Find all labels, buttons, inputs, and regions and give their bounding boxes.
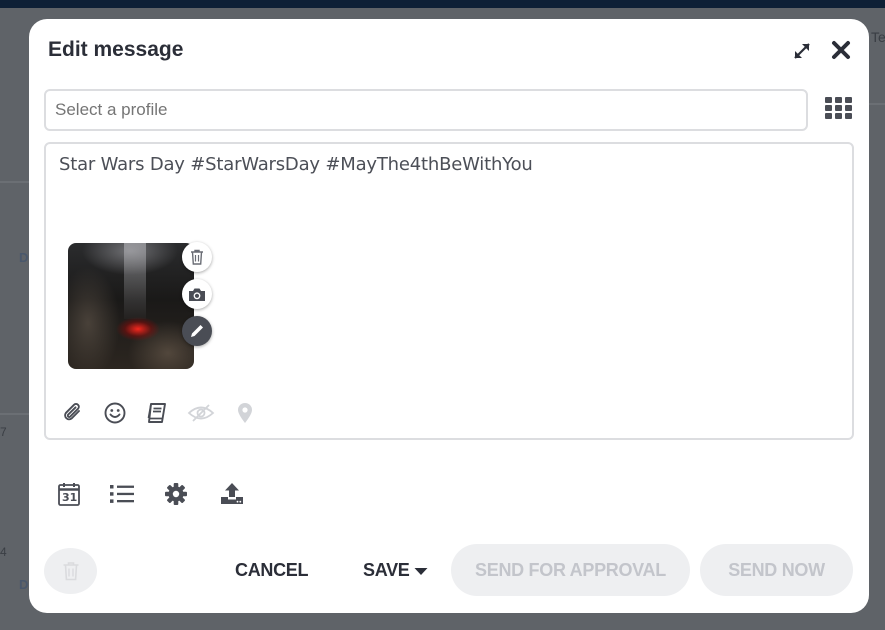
trash-icon[interactable] [182, 242, 212, 272]
background-text: D [19, 250, 29, 265]
list-icon[interactable] [109, 481, 135, 507]
background-text: 7 [0, 425, 7, 439]
message-composer[interactable]: Star Wars Day #StarWarsDay #MayThe4thBeW… [44, 142, 854, 440]
delete-message-button[interactable] [44, 548, 97, 594]
edit-message-dialog: Edit message Star Wars Day #StarWarsDay … [29, 19, 869, 613]
background-text: Te [871, 29, 885, 45]
pencil-icon[interactable] [182, 316, 212, 346]
background-text: 4 [0, 545, 7, 559]
upload-icon[interactable] [219, 481, 245, 507]
save-button-label: SAVE [363, 560, 410, 580]
profile-select-input[interactable] [44, 89, 808, 131]
calendar-day: 31 [62, 491, 78, 504]
camera-icon[interactable] [182, 279, 212, 309]
background-text: D [19, 577, 29, 592]
send-now-button[interactable]: SEND NOW [700, 544, 853, 596]
dialog-title: Edit message [48, 38, 184, 61]
grid-icon[interactable] [825, 97, 852, 119]
cancel-button[interactable]: CANCEL [235, 560, 309, 581]
map-pin-icon[interactable] [233, 401, 257, 425]
close-icon[interactable] [829, 38, 853, 62]
background-divider [0, 181, 29, 183]
paperclip-icon[interactable] [61, 401, 85, 425]
background-divider [869, 103, 885, 105]
background-topbar [0, 0, 885, 8]
message-text[interactable]: Star Wars Day #StarWarsDay #MayThe4thBeW… [59, 154, 533, 175]
expand-icon[interactable] [791, 40, 813, 62]
caret-down-icon [414, 560, 428, 581]
media-thumbnail[interactable] [68, 243, 194, 369]
thumbnail-light-beam [124, 243, 146, 319]
smiley-icon[interactable] [103, 401, 127, 425]
calendar-icon[interactable]: 31 [56, 481, 82, 507]
save-button[interactable]: SAVE [363, 560, 428, 581]
gear-icon[interactable] [163, 481, 189, 507]
background-divider [0, 413, 29, 415]
send-for-approval-button[interactable]: SEND FOR APPROVAL [451, 544, 690, 596]
book-icon[interactable] [145, 401, 169, 425]
eye-off-icon[interactable] [187, 401, 215, 425]
